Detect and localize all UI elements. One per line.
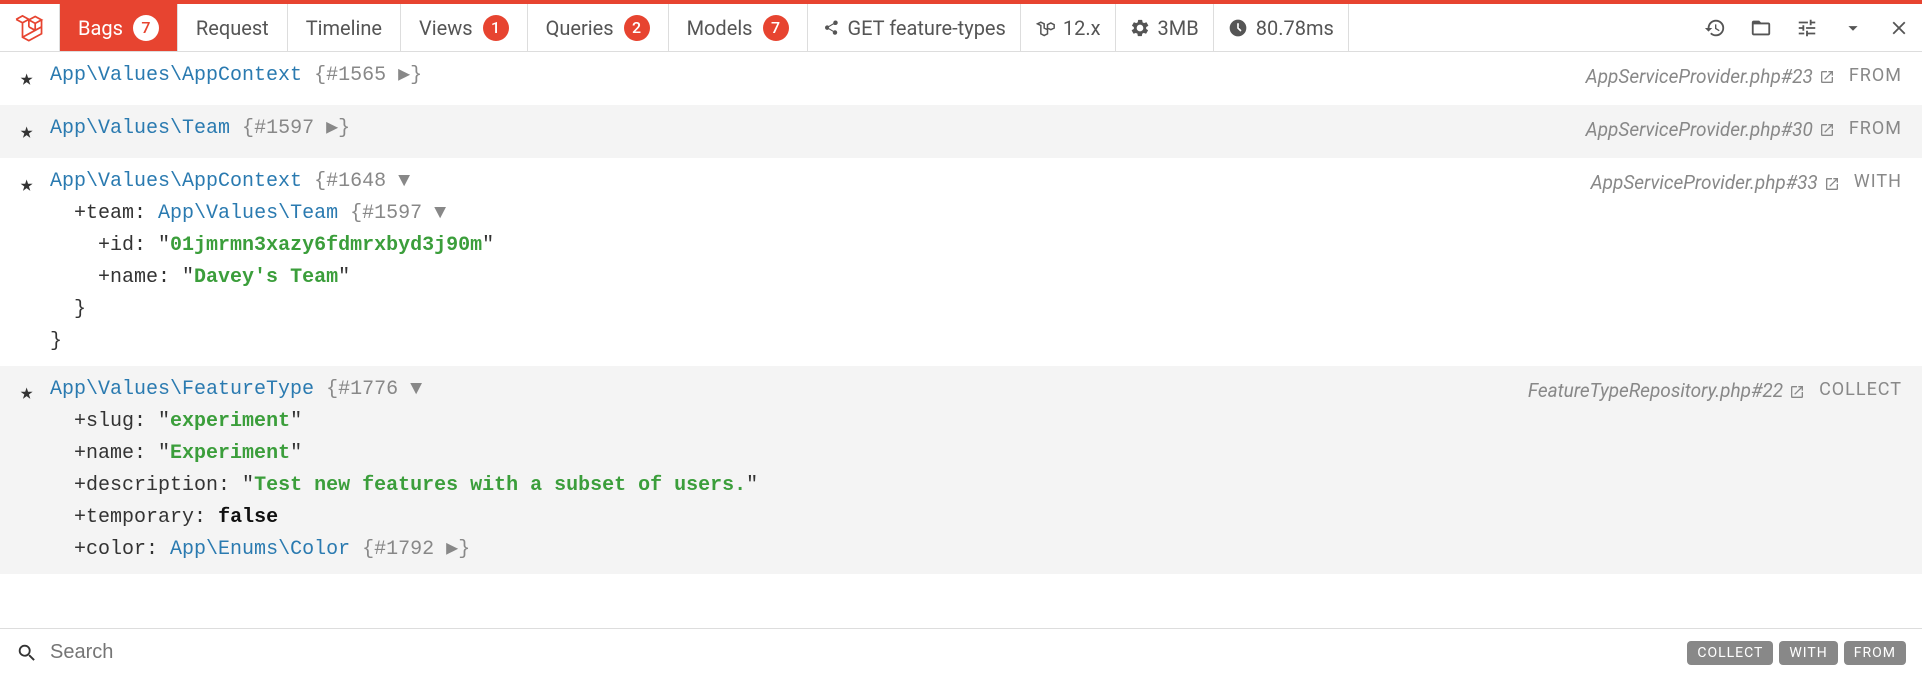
expand-toggle[interactable]: ▶ xyxy=(326,117,338,140)
object-ref: {#1565 ▶} xyxy=(314,64,422,87)
star-icon[interactable]: ★ xyxy=(20,113,50,150)
prop-value: 01jmrmn3xazy6fdmrxbyd3j90m xyxy=(170,234,482,257)
row-meta: FeatureTypeRepository.php#22 COLLECT xyxy=(1528,374,1902,406)
route-text: GET feature-types xyxy=(848,16,1006,40)
filter-pills: COLLECT WITH FROM xyxy=(1687,641,1906,665)
collapse-toggle[interactable]: ▼ xyxy=(398,170,410,193)
laravel-icon xyxy=(1035,18,1055,38)
close-icon[interactable] xyxy=(1876,4,1922,51)
topbar: Bags 7 Request Timeline Views 1 Queries … xyxy=(0,0,1922,52)
chevron-down-icon[interactable] xyxy=(1830,4,1876,51)
memory-info[interactable]: 3MB xyxy=(1116,4,1214,51)
tab-request[interactable]: Request xyxy=(178,4,288,51)
dump-row: ★ App\Values\AppContext {#1648 ▼ +team: … xyxy=(0,158,1922,366)
route-info[interactable]: GET feature-types xyxy=(808,4,1021,51)
tab-badge: 7 xyxy=(133,15,159,41)
tab-views[interactable]: Views 1 xyxy=(401,4,528,51)
prop-value: Experiment xyxy=(170,442,290,465)
laravel-logo[interactable] xyxy=(0,4,60,51)
dump-body: App\Values\Team {#1597 ▶} xyxy=(50,113,1586,145)
clock-icon xyxy=(1228,18,1248,38)
search-icon xyxy=(16,642,38,664)
folder-open-icon[interactable] xyxy=(1738,4,1784,51)
row-meta: AppServiceProvider.php#33 WITH xyxy=(1591,166,1902,198)
time-text: 80.78ms xyxy=(1256,16,1334,40)
object-ref: {#1597 ▶} xyxy=(242,117,350,140)
dump-row: ★ App\Values\FeatureType {#1776 ▼ +slug:… xyxy=(0,366,1922,574)
tab-badge: 7 xyxy=(763,15,789,41)
dump-row: ★ App\Values\Team {#1597 ▶} AppServicePr… xyxy=(0,105,1922,158)
share-icon xyxy=(822,19,840,37)
external-link-icon xyxy=(1819,69,1835,85)
tab-label: Request xyxy=(196,16,269,40)
star-icon[interactable]: ★ xyxy=(20,374,50,411)
toolbar-right xyxy=(1692,4,1922,51)
prop-value: Test new features with a subset of users… xyxy=(254,474,746,497)
expand-toggle[interactable]: ▶ xyxy=(446,538,458,561)
class-link[interactable]: App\Values\AppContext xyxy=(50,170,302,193)
external-link-icon xyxy=(1789,384,1805,400)
dump-row: ★ App\Values\AppContext {#1565 ▶} AppSer… xyxy=(0,52,1922,105)
content-area: ★ App\Values\AppContext {#1565 ▶} AppSer… xyxy=(0,52,1922,628)
class-link[interactable]: App\Values\Team xyxy=(158,202,338,225)
row-meta: AppServiceProvider.php#23 FROM xyxy=(1586,60,1902,92)
source-link[interactable]: FeatureTypeRepository.php#22 xyxy=(1528,376,1805,406)
bottombar: COLLECT WITH FROM xyxy=(0,628,1922,676)
external-link-icon xyxy=(1824,176,1840,192)
tab-label: Queries xyxy=(546,16,614,40)
search-wrap xyxy=(16,641,1687,664)
collapse-toggle[interactable]: ▼ xyxy=(434,202,446,225)
row-meta: AppServiceProvider.php#30 FROM xyxy=(1586,113,1902,145)
version-text: 12.x xyxy=(1063,16,1101,40)
source-link[interactable]: AppServiceProvider.php#30 xyxy=(1586,115,1835,145)
prop-value: Davey's Team xyxy=(194,266,338,289)
class-link[interactable]: App\Values\AppContext xyxy=(50,64,302,87)
source-link[interactable]: AppServiceProvider.php#23 xyxy=(1586,62,1835,92)
filter-pill-with[interactable]: WITH xyxy=(1779,641,1837,665)
memory-text: 3MB xyxy=(1158,16,1199,40)
tab-badge: 2 xyxy=(624,15,650,41)
tab-timeline[interactable]: Timeline xyxy=(288,4,401,51)
class-link[interactable]: App\Values\FeatureType xyxy=(50,378,314,401)
dump-body: App\Values\AppContext {#1565 ▶} xyxy=(50,60,1586,92)
tab-label: Timeline xyxy=(306,16,382,40)
tab-queries[interactable]: Queries 2 xyxy=(528,4,669,51)
tab-label: Views xyxy=(419,16,473,40)
source-link[interactable]: AppServiceProvider.php#33 xyxy=(1591,168,1840,198)
tab-badge: 1 xyxy=(483,15,509,41)
filter-pill-from[interactable]: FROM xyxy=(1844,641,1906,665)
gear-icon xyxy=(1130,18,1150,38)
history-icon[interactable] xyxy=(1692,4,1738,51)
star-icon[interactable]: ★ xyxy=(20,60,50,97)
time-info[interactable]: 80.78ms xyxy=(1214,4,1349,51)
dump-tag: FROM xyxy=(1849,62,1902,91)
collapse-toggle[interactable]: ▼ xyxy=(410,378,422,401)
dump-tag: WITH xyxy=(1854,168,1902,197)
external-link-icon xyxy=(1819,122,1835,138)
version-info[interactable]: 12.x xyxy=(1021,4,1116,51)
prop-value: experiment xyxy=(170,410,290,433)
filter-pill-collect[interactable]: COLLECT xyxy=(1687,641,1773,665)
tab-bags[interactable]: Bags 7 xyxy=(60,4,178,51)
prop-value: false xyxy=(218,506,278,529)
object-ref: {#1776 ▼ xyxy=(326,378,422,401)
object-ref: {#1648 ▼ xyxy=(314,170,410,193)
sliders-icon[interactable] xyxy=(1784,4,1830,51)
dump-tag: FROM xyxy=(1849,115,1902,144)
star-icon[interactable]: ★ xyxy=(20,166,50,203)
dump-tag: COLLECT xyxy=(1819,376,1902,405)
tab-label: Bags xyxy=(78,16,123,40)
search-input[interactable] xyxy=(50,641,1687,664)
dump-body: App\Values\AppContext {#1648 ▼ +team: Ap… xyxy=(50,166,1591,358)
dump-body: App\Values\FeatureType {#1776 ▼ +slug: "… xyxy=(50,374,1528,566)
class-link[interactable]: App\Values\Team xyxy=(50,117,230,140)
tab-label: Models xyxy=(687,16,753,40)
expand-toggle[interactable]: ▶ xyxy=(398,64,410,87)
tab-models[interactable]: Models 7 xyxy=(669,4,808,51)
class-link[interactable]: App\Enums\Color xyxy=(170,538,350,561)
